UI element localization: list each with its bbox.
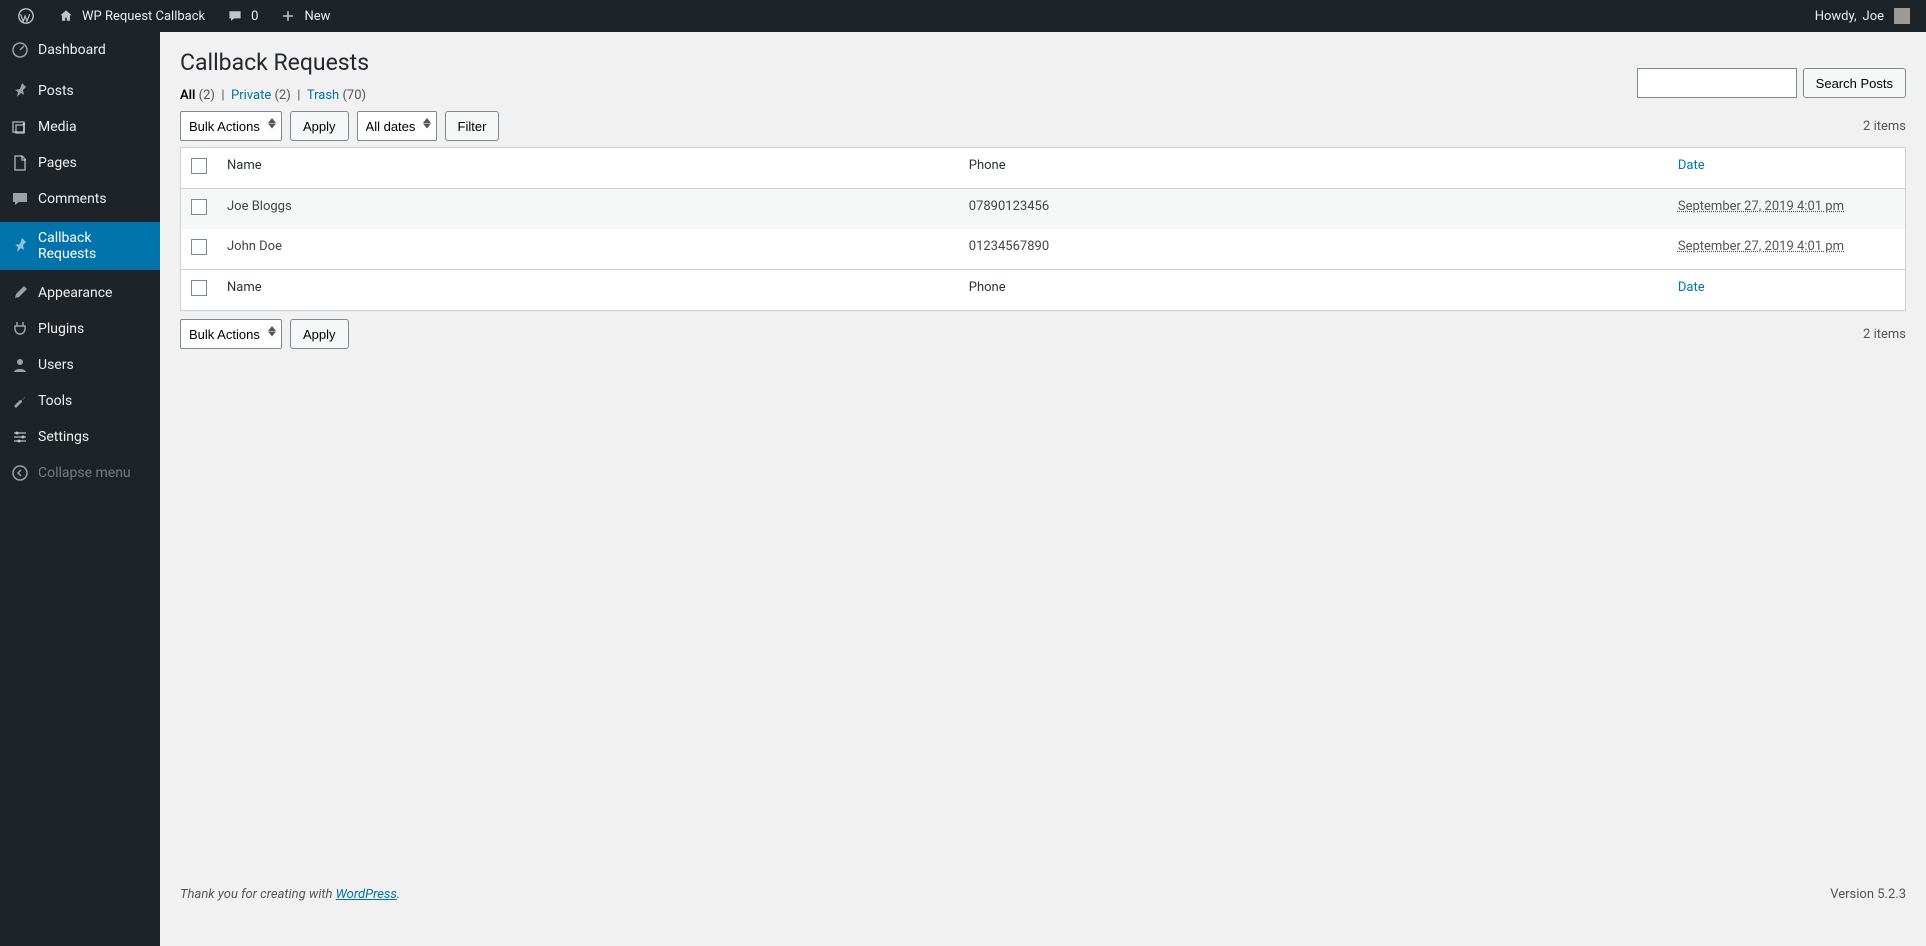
avatar-icon: [1894, 8, 1910, 24]
apply-button-top[interactable]: Apply: [290, 111, 349, 141]
admin-sidebar: Dashboard Posts Media Pages Comments Callback…: [0, 32, 160, 946]
plus-icon: [278, 6, 298, 26]
cell-name[interactable]: John Doe: [217, 229, 959, 270]
cell-date: September 27, 2019 4:01 pm: [1668, 189, 1906, 230]
callback-table: Name Phone Date Joe Bloggs07890123456Sep…: [180, 147, 1906, 311]
cell-phone: 01234567890: [959, 229, 1668, 270]
date-filter-select[interactable]: All dates: [357, 111, 437, 141]
row-checkbox[interactable]: [191, 239, 207, 255]
status-count: (70): [342, 88, 366, 103]
plug-icon: [10, 319, 30, 339]
sidebar-item-media[interactable]: Media: [0, 109, 160, 145]
admin-footer: Thank you for creating with WordPress. V…: [180, 887, 1906, 902]
sidebar-item-plugins[interactable]: Plugins: [0, 311, 160, 347]
sidebar-item-appearance[interactable]: Appearance: [0, 275, 160, 311]
sidebar-item-label: Plugins: [38, 321, 84, 337]
new-content-link[interactable]: New: [270, 0, 338, 32]
sidebar-item-label: Settings: [38, 429, 89, 445]
comment-icon: [10, 189, 30, 209]
status-filter-trash[interactable]: Trash: [307, 88, 343, 103]
footer-thank-prefix: Thank you for creating with: [180, 887, 336, 902]
comment-icon: [225, 6, 245, 26]
dashboard-icon: [10, 40, 30, 60]
sidebar-item-label: Tools: [38, 393, 72, 409]
bulk-action-select-bottom[interactable]: Bulk Actions: [180, 319, 282, 349]
sidebar-item-callback-requests[interactable]: Callback Requests: [0, 222, 160, 270]
site-name-link[interactable]: WP Request Callback: [48, 0, 213, 32]
cell-name[interactable]: Joe Bloggs: [217, 189, 959, 230]
table-row: John Doe01234567890September 27, 2019 4:…: [181, 229, 1906, 270]
tablenav-top: Bulk Actions Apply All dates Filter 2 it…: [180, 111, 1906, 141]
sidebar-item-comments[interactable]: Comments: [0, 181, 160, 217]
status-count: (2): [274, 88, 290, 103]
comments-link[interactable]: 0: [217, 0, 266, 32]
sliders-icon: [10, 427, 30, 447]
sidebar-item-label: Appearance: [38, 285, 112, 301]
tablenav-bottom: Bulk Actions Apply 2 items: [180, 319, 1906, 349]
col-header-name[interactable]: Name: [217, 148, 959, 189]
footer-thank-suffix: .: [397, 887, 400, 902]
pin-icon: [10, 81, 30, 101]
sidebar-item-settings[interactable]: Settings: [0, 419, 160, 455]
media-icon: [10, 117, 30, 137]
col-footer-date[interactable]: Date: [1678, 280, 1705, 295]
sidebar-item-label: Callback Requests: [38, 230, 150, 262]
table-body: Joe Bloggs07890123456September 27, 2019 …: [181, 189, 1906, 270]
account-link[interactable]: Howdy, Joe: [1807, 0, 1918, 32]
sidebar-item-tools[interactable]: Tools: [0, 383, 160, 419]
select-all-bottom[interactable]: [191, 280, 207, 296]
brush-icon: [10, 283, 30, 303]
select-all-top[interactable]: [191, 158, 207, 174]
cell-phone: 07890123456: [959, 189, 1668, 230]
sidebar-item-pages[interactable]: Pages: [0, 145, 160, 181]
sidebar-item-label: Media: [38, 119, 77, 135]
sidebar-item-label: Pages: [38, 155, 77, 171]
new-label: New: [304, 9, 330, 24]
search-area: Search Posts: [1637, 68, 1906, 98]
home-icon: [56, 6, 76, 26]
row-checkbox[interactable]: [191, 199, 207, 215]
comments-count: 0: [251, 9, 258, 24]
items-count-top: 2 items: [1863, 119, 1906, 134]
filter-button[interactable]: Filter: [445, 111, 500, 141]
collapse-label: Collapse menu: [38, 465, 131, 481]
wordpress-icon: [16, 6, 36, 26]
wp-logo[interactable]: [8, 0, 44, 32]
content-wrap: Screen Options ▼ Callback Requests Searc…: [160, 0, 1926, 914]
sidebar-item-posts[interactable]: Posts: [0, 73, 160, 109]
footer-wp-link[interactable]: WordPress: [336, 887, 397, 902]
search-button[interactable]: Search Posts: [1803, 68, 1906, 98]
table-row: Joe Bloggs07890123456September 27, 2019 …: [181, 189, 1906, 230]
bulk-action-select-top[interactable]: Bulk Actions: [180, 111, 282, 141]
sidebar-item-dashboard[interactable]: Dashboard: [0, 32, 160, 68]
col-header-date[interactable]: Date: [1678, 158, 1705, 173]
search-input[interactable]: [1637, 68, 1797, 98]
admin-bar: WP Request Callback 0 New Howdy, Joe: [0, 0, 1926, 32]
sidebar-item-label: Comments: [38, 191, 107, 207]
items-count-bottom: 2 items: [1863, 327, 1906, 342]
page-icon: [10, 153, 30, 173]
collapse-menu[interactable]: Collapse menu: [0, 455, 160, 491]
sidebar-item-label: Posts: [38, 83, 74, 99]
pin-icon: [10, 236, 30, 256]
collapse-icon: [10, 463, 30, 483]
status-filter-all[interactable]: All: [180, 88, 199, 103]
site-name-text: WP Request Callback: [82, 9, 205, 24]
col-header-phone[interactable]: Phone: [959, 148, 1668, 189]
col-footer-name[interactable]: Name: [217, 270, 959, 311]
status-count: (2): [199, 88, 215, 103]
footer-version: Version 5.2.3: [1830, 887, 1906, 902]
sidebar-item-label: Users: [38, 357, 74, 373]
wrench-icon: [10, 391, 30, 411]
howdy-prefix: Howdy,: [1815, 9, 1857, 24]
col-footer-phone[interactable]: Phone: [959, 270, 1668, 311]
cell-date: September 27, 2019 4:01 pm: [1668, 229, 1906, 270]
user-icon: [10, 355, 30, 375]
status-filter-private[interactable]: Private: [231, 88, 274, 103]
sidebar-item-label: Dashboard: [38, 42, 106, 58]
apply-button-bottom[interactable]: Apply: [290, 319, 349, 349]
howdy-user: Joe: [1863, 9, 1884, 24]
sidebar-item-users[interactable]: Users: [0, 347, 160, 383]
